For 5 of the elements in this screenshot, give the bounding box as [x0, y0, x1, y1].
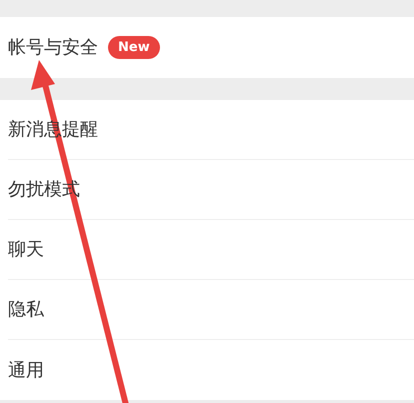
settings-item[interactable]: 聊天 [8, 236, 44, 263]
new-badge: New [108, 36, 160, 60]
settings-item[interactable]: 隐私 [8, 296, 44, 323]
settings-item[interactable]: 通用 [8, 356, 44, 384]
settings-item[interactable]: 帐号与安全 [8, 34, 98, 61]
